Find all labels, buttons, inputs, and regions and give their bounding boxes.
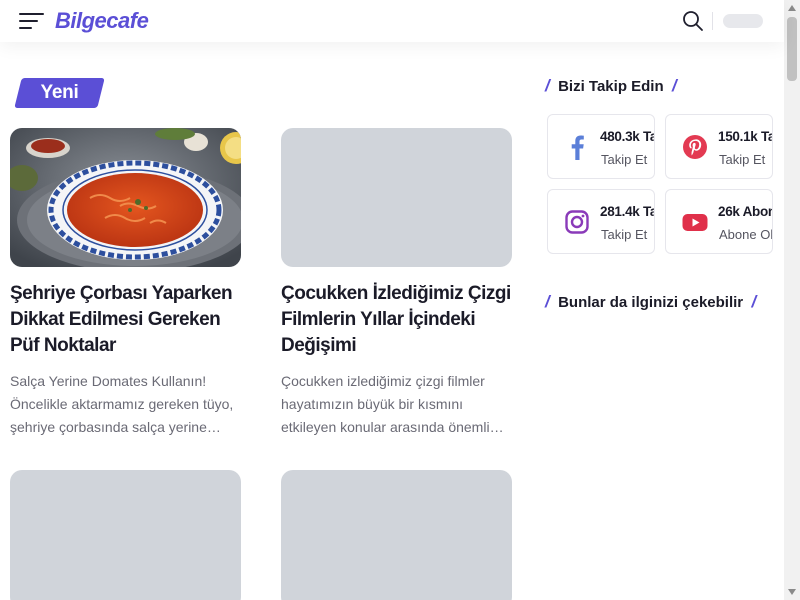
soup-photo <box>10 128 241 267</box>
post-card <box>281 470 512 600</box>
post-title[interactable]: Şehriye Çorbası Yaparken Dikkat Edilmesi… <box>10 281 241 359</box>
social-action: Takip Et <box>601 152 648 167</box>
scroll-down-arrow-icon[interactable] <box>784 584 800 600</box>
pinterest-icon <box>681 133 709 161</box>
header-toggle-placeholder[interactable] <box>723 14 763 28</box>
social-action: Takip Et <box>719 152 766 167</box>
facebook-icon <box>563 133 591 161</box>
header-divider <box>712 12 713 30</box>
social-count: 480.3k Takipçi <box>600 129 654 144</box>
social-count: 150.1k Takipçi <box>718 129 772 144</box>
post-thumbnail-placeholder[interactable] <box>10 470 241 600</box>
social-action: Takip Et <box>601 227 648 242</box>
search-icon[interactable] <box>682 10 704 32</box>
hamburger-menu-icon[interactable] <box>19 12 45 30</box>
social-count: 281.4k Takipçi <box>600 204 654 219</box>
post-thumbnail-placeholder[interactable] <box>281 470 512 600</box>
social-facebook[interactable]: 480.3k Takipçi Takip Et <box>547 114 655 179</box>
post-excerpt: Salça Yerine Domates Kullanın! Öncelikle… <box>10 373 234 435</box>
site-header: Bilgecafe <box>0 0 784 42</box>
page-scrollbar[interactable] <box>784 0 800 600</box>
social-instagram[interactable]: 281.4k Takipçi Takip Et <box>547 189 655 254</box>
instagram-icon <box>563 208 591 236</box>
scroll-up-arrow-icon[interactable] <box>784 0 800 16</box>
social-count: 26k Abone <box>718 204 772 219</box>
section-badge[interactable]: Yeni <box>18 78 101 108</box>
post-excerpt: Çocukken izlediğimiz çizgi filmler hayat… <box>281 373 504 435</box>
post-card: Şehriye Çorbası Yaparken Dikkat Edilmesi… <box>10 128 241 439</box>
post-card: Çocukken İzlediğimiz Çizgi Filmlerin Yıl… <box>281 128 512 439</box>
related-widget-title: / Bunlar da ilginizi çekebilir / <box>545 292 757 311</box>
post-thumbnail-placeholder[interactable] <box>281 128 512 267</box>
scrollbar-thumb[interactable] <box>787 17 797 81</box>
post-thumbnail-soup[interactable] <box>10 128 241 267</box>
social-pinterest[interactable]: 150.1k Takipçi Takip Et <box>665 114 773 179</box>
social-youtube[interactable]: 26k Abone Abone Ol <box>665 189 773 254</box>
site-logo[interactable]: Bilgecafe <box>55 8 149 34</box>
post-card <box>10 470 241 600</box>
follow-widget-title: / Bizi Takip Edin / <box>545 76 677 95</box>
youtube-icon <box>681 208 709 236</box>
post-title[interactable]: Çocukken İzlediğimiz Çizgi Filmlerin Yıl… <box>281 281 512 359</box>
social-action: Abone Ol <box>719 227 773 242</box>
